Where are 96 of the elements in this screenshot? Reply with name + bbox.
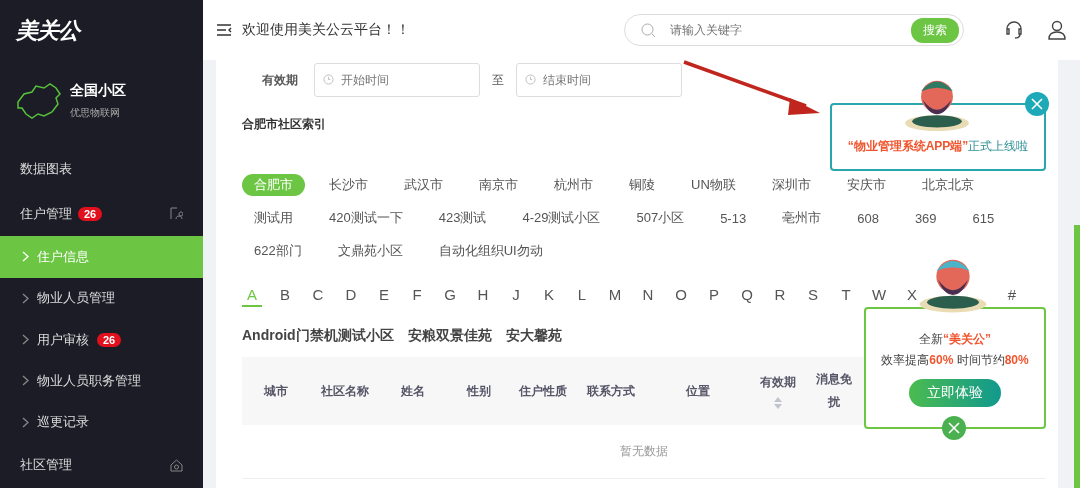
city-tag[interactable]: 507小区 bbox=[624, 207, 697, 229]
letter-tab[interactable]: J bbox=[506, 286, 526, 307]
city-tag[interactable]: 南京市 bbox=[467, 174, 530, 196]
user-icon[interactable] bbox=[1048, 20, 1066, 40]
city-tag[interactable]: 武汉市 bbox=[392, 174, 455, 196]
chevron-icon bbox=[22, 334, 29, 346]
menu-section[interactable]: 数据图表 bbox=[0, 146, 203, 192]
letter-tab[interactable]: S bbox=[803, 286, 823, 307]
region-subtitle: 优思物联网 bbox=[70, 106, 121, 120]
city-tag[interactable]: 4-29测试小区 bbox=[510, 207, 613, 229]
letter-tab[interactable]: P bbox=[704, 286, 724, 307]
count-badge: 26 bbox=[97, 332, 122, 347]
letter-tab[interactable]: X bbox=[902, 286, 922, 307]
menu-item[interactable]: 物业人员职务管理 bbox=[0, 360, 203, 402]
welcome-text: 欢迎使用美关公云平台！！ bbox=[242, 21, 411, 39]
letter-tab[interactable]: G bbox=[440, 286, 460, 307]
city-tag[interactable]: 423测试 bbox=[426, 207, 499, 229]
person-card-icon bbox=[170, 207, 183, 221]
city-tag[interactable]: 安庆市 bbox=[834, 174, 898, 196]
range-separator: 至 bbox=[492, 71, 504, 89]
letter-tab[interactable]: H bbox=[473, 286, 493, 307]
chevron-icon bbox=[22, 375, 29, 387]
city-tag[interactable]: 杭州市 bbox=[542, 174, 605, 196]
city-tag[interactable]: 测试用 bbox=[242, 207, 305, 229]
community-link[interactable]: Android门禁机测试小区 bbox=[242, 327, 394, 345]
region-title: 全国小区 bbox=[70, 82, 126, 100]
logo: 美关公 bbox=[0, 0, 203, 60]
column-header: 社区名称 bbox=[321, 382, 369, 400]
menu-section[interactable]: 住户管理 26 bbox=[0, 191, 203, 237]
column-header: 姓名 bbox=[401, 382, 425, 400]
menu-label: 社区管理 bbox=[20, 456, 72, 475]
headset-icon[interactable] bbox=[1004, 20, 1024, 40]
end-date-field[interactable]: 结束时间 bbox=[516, 63, 682, 97]
search-icon bbox=[641, 22, 656, 38]
letter-tab[interactable]: T bbox=[836, 286, 856, 307]
promo-headline: 全新“美关公” bbox=[919, 332, 991, 346]
city-tag[interactable]: 自动化组织UI勿动 bbox=[426, 240, 555, 262]
city-tag[interactable]: 5-13 bbox=[708, 207, 759, 229]
menu-item[interactable]: 巡更记录 bbox=[0, 401, 203, 443]
chevron-icon bbox=[22, 251, 29, 263]
promo-stats: 效率提高60% 时间节约80% bbox=[881, 353, 1029, 367]
close-icon bbox=[1031, 98, 1043, 110]
city-tag[interactable]: UN物联 bbox=[679, 174, 748, 196]
column-header: 住户性质 bbox=[519, 382, 567, 400]
clock-icon bbox=[323, 74, 334, 85]
promo-text: “物业管理系统APP端”正式上线啦 bbox=[847, 139, 1029, 153]
city-tag[interactable]: 北京北京 bbox=[909, 174, 986, 196]
letter-tab[interactable]: D bbox=[341, 286, 361, 307]
city-tag[interactable]: 615 bbox=[960, 207, 1007, 229]
column-header: 性别 bbox=[467, 382, 491, 400]
letter-tab[interactable]: C bbox=[308, 286, 328, 307]
home-icon bbox=[170, 458, 183, 472]
city-tag[interactable]: 长沙市 bbox=[317, 174, 380, 196]
chevron-icon bbox=[22, 416, 29, 428]
community-link[interactable]: 安粮双景佳苑 bbox=[407, 327, 492, 345]
chevron-icon bbox=[22, 292, 29, 304]
city-tag[interactable]: 622部门 bbox=[242, 240, 314, 262]
menu-item[interactable]: 物业人员管理 bbox=[0, 277, 203, 319]
count-badge: 26 bbox=[78, 206, 103, 221]
column-header: 消息免 扰 bbox=[816, 371, 852, 411]
letter-tab[interactable]: M bbox=[605, 286, 625, 307]
letter-tab[interactable]: W bbox=[869, 286, 889, 307]
menu-section[interactable]: 社区管理 bbox=[0, 442, 203, 488]
city-tag[interactable]: 文鼎苑小区 bbox=[325, 240, 415, 262]
letter-tab[interactable]: R bbox=[770, 286, 790, 307]
menu-item[interactable]: 用户审核 26 bbox=[0, 318, 203, 361]
community-link[interactable]: 安大馨苑 bbox=[505, 327, 562, 345]
column-header: 联系方式 bbox=[587, 382, 635, 400]
clock-icon bbox=[525, 74, 536, 85]
start-date-field[interactable]: 开始时间 bbox=[314, 63, 480, 97]
letter-tab[interactable]: O bbox=[671, 286, 691, 307]
letter-tab[interactable]: E bbox=[374, 286, 394, 307]
city-tag[interactable]: 深圳市 bbox=[759, 174, 823, 196]
letter-tab[interactable]: L bbox=[572, 286, 592, 307]
filter-label: 有效期 bbox=[262, 71, 298, 89]
empty-message: 暂无数据 bbox=[620, 444, 668, 458]
letter-tab[interactable]: N bbox=[638, 286, 658, 307]
column-header: 城市 bbox=[264, 382, 288, 400]
city-tag[interactable]: 608 bbox=[845, 207, 891, 229]
letter-tab[interactable]: # bbox=[1002, 286, 1022, 307]
column-header: 位置 bbox=[686, 382, 710, 400]
city-tag[interactable]: 369 bbox=[902, 207, 949, 229]
section-title: 合肥市社区索引 bbox=[242, 116, 326, 133]
letter-tab[interactable]: K bbox=[539, 286, 559, 307]
close-icon bbox=[948, 422, 960, 434]
letter-tab[interactable]: F bbox=[407, 286, 427, 307]
city-tag[interactable]: 420测试一下 bbox=[317, 207, 415, 229]
menu-label: 数据图表 bbox=[20, 159, 72, 178]
column-header: 有效期 bbox=[760, 373, 796, 391]
city-tag[interactable]: 铜陵 bbox=[617, 174, 667, 196]
letter-tab[interactable]: B bbox=[275, 286, 295, 307]
menu-icon[interactable] bbox=[217, 24, 232, 36]
menu-label: 住户管理 bbox=[20, 204, 72, 223]
letter-tab[interactable]: Q bbox=[737, 286, 757, 307]
china-map-icon bbox=[16, 82, 62, 120]
city-tag[interactable]: 亳州市 bbox=[770, 207, 834, 229]
